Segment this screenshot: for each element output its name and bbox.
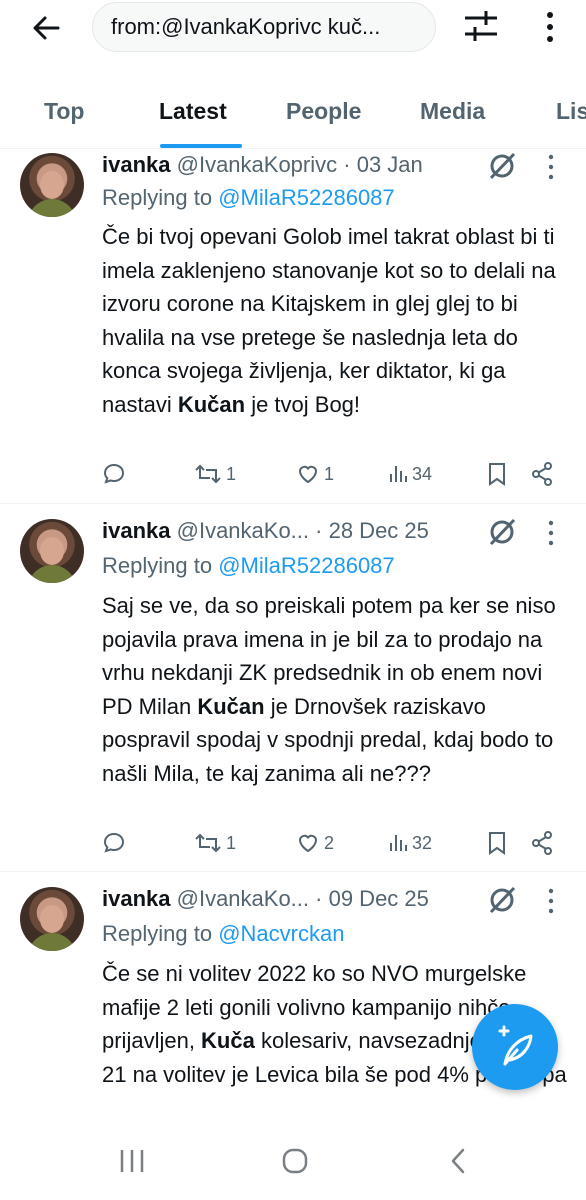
replying-to: Replying to @MilaR52286087 — [102, 185, 395, 211]
tweet-actions: 1 2 32 — [102, 828, 562, 858]
views-icon — [390, 835, 407, 851]
share-icon — [532, 462, 552, 486]
more-vertical-icon[interactable] — [538, 8, 562, 46]
compose-post-icon — [498, 1025, 533, 1066]
tab-latest[interactable]: Latest — [159, 98, 227, 125]
more-vertical-icon[interactable] — [543, 519, 559, 547]
avatar[interactable] — [20, 519, 84, 583]
repost-icon — [195, 833, 221, 853]
bookmark-icon — [489, 463, 505, 486]
bookmark-icon — [489, 832, 505, 855]
views-button[interactable]: 32 — [388, 828, 432, 858]
back-nav-icon[interactable] — [448, 1147, 468, 1175]
author-name[interactable]: ivanka — [102, 886, 171, 911]
reply-icon — [103, 463, 125, 484]
replying-prefix: Replying to — [102, 553, 213, 578]
avatar[interactable] — [20, 887, 84, 951]
author-name[interactable]: ivanka — [102, 518, 171, 543]
tab-lists[interactable]: Lis — [556, 98, 586, 125]
search-input[interactable]: from:@IvankaKoprivc kuč... — [92, 2, 436, 52]
share-button[interactable] — [530, 459, 554, 489]
replying-to: Replying to @MilaR52286087 — [102, 553, 395, 579]
bookmark-button[interactable] — [486, 828, 508, 858]
heart-icon — [298, 465, 318, 484]
more-vertical-icon[interactable] — [543, 887, 559, 915]
author-handle: @IvankaKo... — [176, 886, 310, 911]
replying-handle[interactable]: @MilaR52286087 — [218, 553, 394, 578]
avatar[interactable] — [20, 153, 84, 217]
like-button[interactable]: 2 — [296, 828, 334, 858]
repost-count: 1 — [226, 832, 237, 853]
replying-to: Replying to @Nacvrckan — [102, 921, 344, 947]
tweet[interactable]: ivanka @IvankaKoprivc · 03 Jan Replying … — [0, 149, 586, 504]
repost-count: 1 — [226, 463, 237, 484]
tab-people[interactable]: People — [286, 98, 361, 125]
views-count: 34 — [412, 463, 433, 484]
reply-button[interactable] — [102, 828, 126, 858]
repost-button[interactable]: 1 — [194, 459, 236, 489]
top-bar: from:@IvankaKoprivc kuč... — [0, 0, 586, 70]
views-icon — [390, 466, 407, 482]
tweet-header: ivanka @IvankaKo... · 28 Dec 25 — [102, 518, 429, 544]
grok-icon[interactable] — [486, 150, 518, 182]
author-handle: @IvankaKoprivc — [176, 152, 338, 177]
active-tab-indicator — [160, 144, 242, 148]
repost-button[interactable]: 1 — [194, 828, 236, 858]
home-icon[interactable] — [281, 1147, 309, 1175]
compose-post-button[interactable] — [472, 1004, 558, 1090]
tweet-date: · 28 Dec 25 — [315, 518, 429, 543]
tweet-text: Če bi tvoj opevani Golob imel takrat obl… — [102, 224, 556, 417]
replying-prefix: Replying to — [102, 185, 213, 210]
share-button[interactable] — [530, 828, 554, 858]
more-vertical-icon[interactable] — [543, 153, 559, 181]
grok-icon[interactable] — [486, 516, 518, 548]
tweet-header: ivanka @IvankaKoprivc · 03 Jan — [102, 152, 423, 178]
sliders-icon[interactable] — [462, 8, 500, 44]
tweet-date: · 03 Jan — [343, 152, 423, 177]
tweet-date: · 09 Dec 25 — [315, 886, 429, 911]
reply-icon — [103, 832, 125, 853]
replying-handle[interactable]: @Nacvrckan — [218, 921, 344, 946]
tweet-header: ivanka @IvankaKo... · 09 Dec 25 — [102, 886, 429, 912]
views-button[interactable]: 34 — [388, 459, 432, 489]
tweet-actions: 1 1 34 — [102, 459, 562, 489]
repost-icon — [195, 464, 221, 484]
like-count: 2 — [324, 832, 335, 853]
search-tabs: Top Latest People Media Lis — [0, 82, 586, 149]
arrow-left-icon[interactable] — [28, 10, 64, 46]
author-handle: @IvankaKo... — [176, 518, 310, 543]
views-count: 32 — [412, 832, 433, 853]
reply-button[interactable] — [102, 459, 126, 489]
tab-media[interactable]: Media — [420, 98, 485, 125]
replying-prefix: Replying to — [102, 921, 213, 946]
tweet[interactable]: ivanka @IvankaKo... · 28 Dec 25 Replying… — [0, 505, 586, 872]
system-navigation-bar — [0, 1124, 586, 1200]
share-icon — [532, 831, 552, 855]
grok-icon[interactable] — [486, 884, 518, 916]
recent-apps-icon[interactable] — [118, 1148, 146, 1174]
tab-top[interactable]: Top — [44, 98, 84, 125]
like-button[interactable]: 1 — [296, 459, 334, 489]
tweet-text: Saj se ve, da so preiskali potem pa ker … — [102, 593, 556, 786]
bookmark-button[interactable] — [486, 459, 508, 489]
replying-handle[interactable]: @MilaR52286087 — [218, 185, 394, 210]
like-count: 1 — [324, 463, 335, 484]
author-name[interactable]: ivanka — [102, 152, 171, 177]
heart-icon — [298, 834, 318, 853]
search-query: from:@IvankaKoprivc kuč... — [111, 14, 381, 39]
